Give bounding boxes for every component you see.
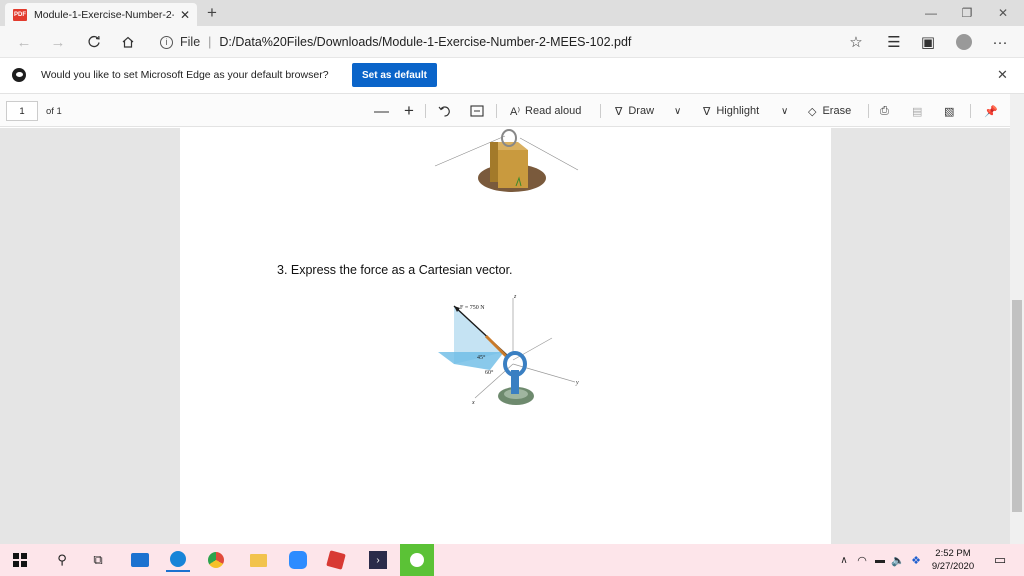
save-as-icon[interactable]: ▧ bbox=[944, 101, 954, 121]
set-as-default-button[interactable]: Set as default bbox=[352, 63, 437, 87]
browser-tab[interactable]: PDF Module-1-Exercise-Number-2-M ✕ bbox=[5, 3, 197, 26]
zoom-app-icon[interactable] bbox=[286, 548, 310, 572]
highlight-button[interactable]: ∇ Highlight bbox=[703, 101, 759, 121]
draw-icon: ∇ bbox=[615, 105, 623, 118]
read-aloud-label: Read aloud bbox=[525, 105, 582, 117]
pin-toolbar-icon[interactable]: 📌 bbox=[984, 101, 998, 121]
dropbox-icon[interactable]: ❖ bbox=[904, 548, 928, 572]
search-icon[interactable]: ⚲ bbox=[50, 548, 74, 572]
collections-icon[interactable]: ▣ bbox=[914, 30, 942, 54]
zoom-in-icon[interactable]: + bbox=[404, 101, 414, 121]
favorite-star-icon[interactable]: ☆ bbox=[842, 30, 870, 54]
zoom-out-icon[interactable]: — bbox=[374, 101, 389, 121]
close-window-button[interactable]: ✕ bbox=[980, 0, 1024, 26]
windows-start-icon[interactable] bbox=[8, 548, 32, 572]
address-separator: | bbox=[208, 35, 212, 49]
print-icon[interactable]: ⎙ bbox=[880, 101, 889, 121]
highlight-chevron-down-icon[interactable]: ∨ bbox=[781, 101, 788, 121]
toolbar-divider bbox=[868, 104, 869, 118]
force-label: F = 750 N bbox=[460, 305, 485, 311]
red-app-icon[interactable] bbox=[324, 548, 348, 572]
notification-icon[interactable]: ▭ bbox=[988, 548, 1012, 572]
terminal-app-icon[interactable]: › bbox=[366, 548, 390, 572]
clock-time: 2:52 PM bbox=[935, 548, 971, 559]
erase-label: Erase bbox=[822, 105, 852, 117]
new-tab-button[interactable]: + bbox=[202, 3, 222, 23]
z-axis-label: z bbox=[513, 294, 517, 300]
draw-button[interactable]: ∇ Draw bbox=[615, 101, 654, 121]
scrollbar-thumb[interactable] bbox=[1012, 300, 1022, 512]
fit-page-icon[interactable] bbox=[470, 101, 484, 121]
tab-close-icon[interactable]: ✕ bbox=[180, 8, 190, 22]
draw-chevron-down-icon[interactable]: ∨ bbox=[674, 101, 681, 121]
url-text[interactable]: D:/Data%20Files/Downloads/Module-1-Exerc… bbox=[219, 35, 631, 49]
address-bar[interactable]: i File | D:/Data%20Files/Downloads/Modul… bbox=[148, 31, 868, 53]
info-icon[interactable]: i bbox=[160, 35, 173, 49]
banner-close-icon[interactable]: ✕ bbox=[997, 67, 1008, 83]
question-text: 3. Express the force as a Cartesian vect… bbox=[277, 263, 513, 277]
more-menu-icon[interactable]: ··· bbox=[986, 30, 1014, 54]
highlight-label: Highlight bbox=[716, 105, 760, 117]
x-axis-label: x bbox=[471, 400, 475, 406]
pdf-icon: PDF bbox=[13, 8, 27, 21]
edge-logo-icon bbox=[12, 68, 26, 82]
force-vector-figure: F = 750 N 45° 60° z x y bbox=[438, 294, 579, 406]
edge-taskbar-icon[interactable] bbox=[166, 548, 190, 572]
chrome-icon[interactable] bbox=[204, 548, 228, 572]
refresh-icon[interactable] bbox=[80, 30, 108, 54]
erase-button[interactable]: ◇ Erase bbox=[808, 101, 851, 121]
eraser-icon: ◇ bbox=[808, 105, 817, 118]
read-aloud-button[interactable]: A⁾ Read aloud bbox=[510, 101, 581, 121]
angle-60-label: 60° bbox=[485, 369, 494, 376]
y-axis-label: y bbox=[575, 380, 579, 386]
rotate-icon[interactable] bbox=[438, 101, 451, 121]
save-icon[interactable]: ▤ bbox=[912, 101, 922, 121]
highlight-icon: ∇ bbox=[703, 105, 711, 118]
toolbar-divider bbox=[425, 104, 426, 118]
read-aloud-icon: A⁾ bbox=[510, 105, 521, 118]
draw-label: Draw bbox=[628, 105, 655, 117]
back-icon[interactable]: ← bbox=[10, 30, 38, 54]
forward-icon[interactable]: → bbox=[44, 30, 72, 54]
previous-problem-figure bbox=[434, 129, 579, 192]
favorites-list-icon[interactable]: ☰ bbox=[880, 30, 908, 54]
clock-date: 9/27/2020 bbox=[931, 561, 975, 572]
spotify-icon[interactable] bbox=[400, 544, 434, 576]
angle-45-label: 45° bbox=[477, 354, 486, 361]
home-icon[interactable] bbox=[114, 30, 142, 54]
toolbar-divider bbox=[600, 104, 601, 118]
scheme-label: File bbox=[180, 35, 201, 49]
task-view-icon[interactable]: ⧉ bbox=[86, 548, 110, 572]
file-explorer-icon[interactable] bbox=[246, 548, 270, 572]
toolbar-divider bbox=[970, 104, 971, 118]
page-number-input[interactable]: 1 bbox=[6, 101, 38, 121]
page-total: of 1 bbox=[46, 106, 62, 117]
tab-title: Module-1-Exercise-Number-2-M bbox=[34, 8, 174, 21]
banner-message: Would you like to set Microsoft Edge as … bbox=[41, 69, 329, 81]
mail-icon[interactable] bbox=[128, 548, 152, 572]
toolbar-divider bbox=[496, 104, 497, 118]
system-clock[interactable]: 2:52 PM 9/27/2020 bbox=[926, 547, 980, 573]
profile-avatar[interactable] bbox=[950, 30, 978, 54]
